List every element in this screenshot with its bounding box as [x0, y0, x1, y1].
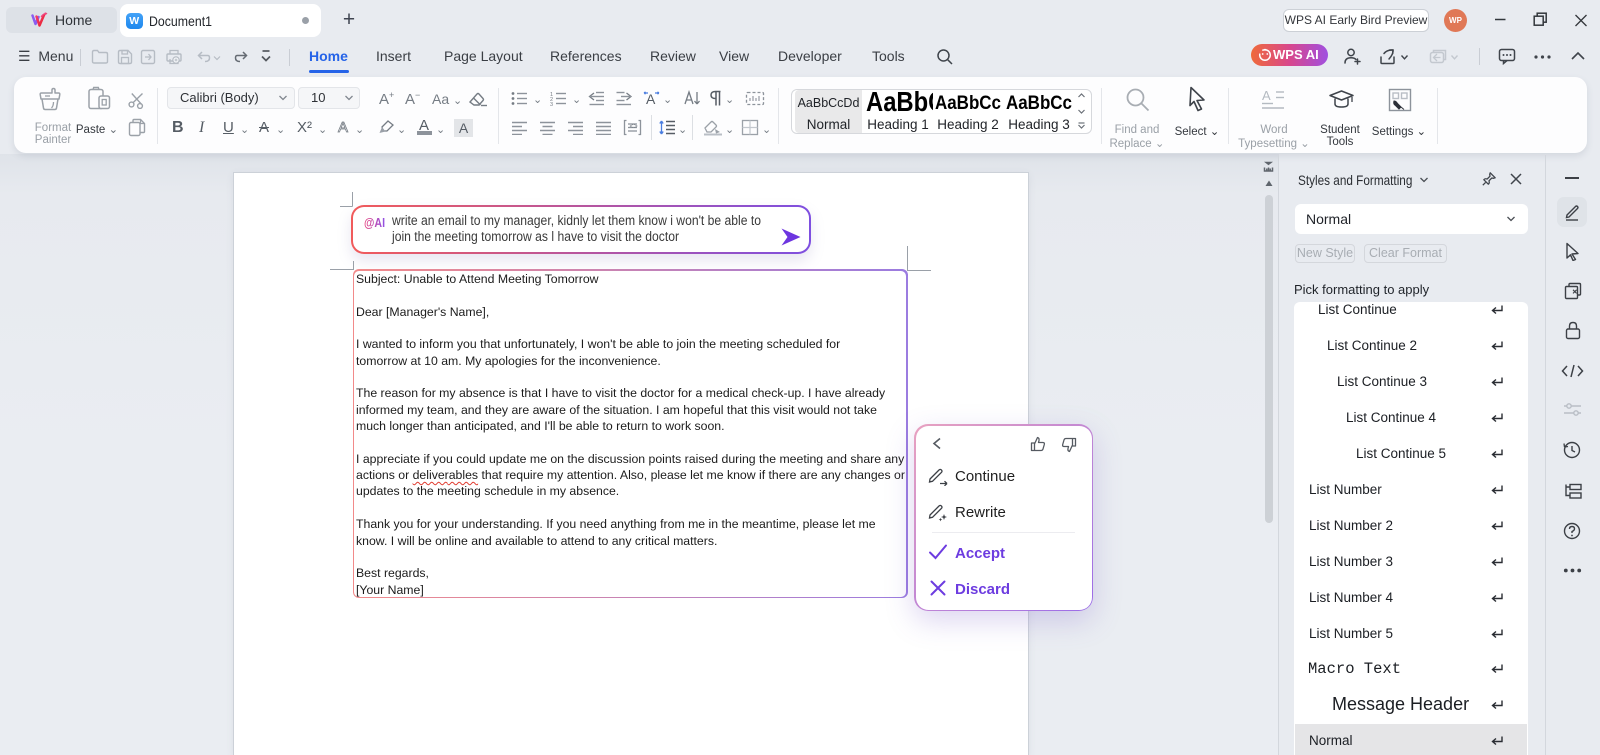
svg-text:3: 3 — [550, 102, 553, 106]
svg-text:<>: <> — [630, 124, 638, 131]
svg-text:A: A — [1262, 88, 1271, 103]
